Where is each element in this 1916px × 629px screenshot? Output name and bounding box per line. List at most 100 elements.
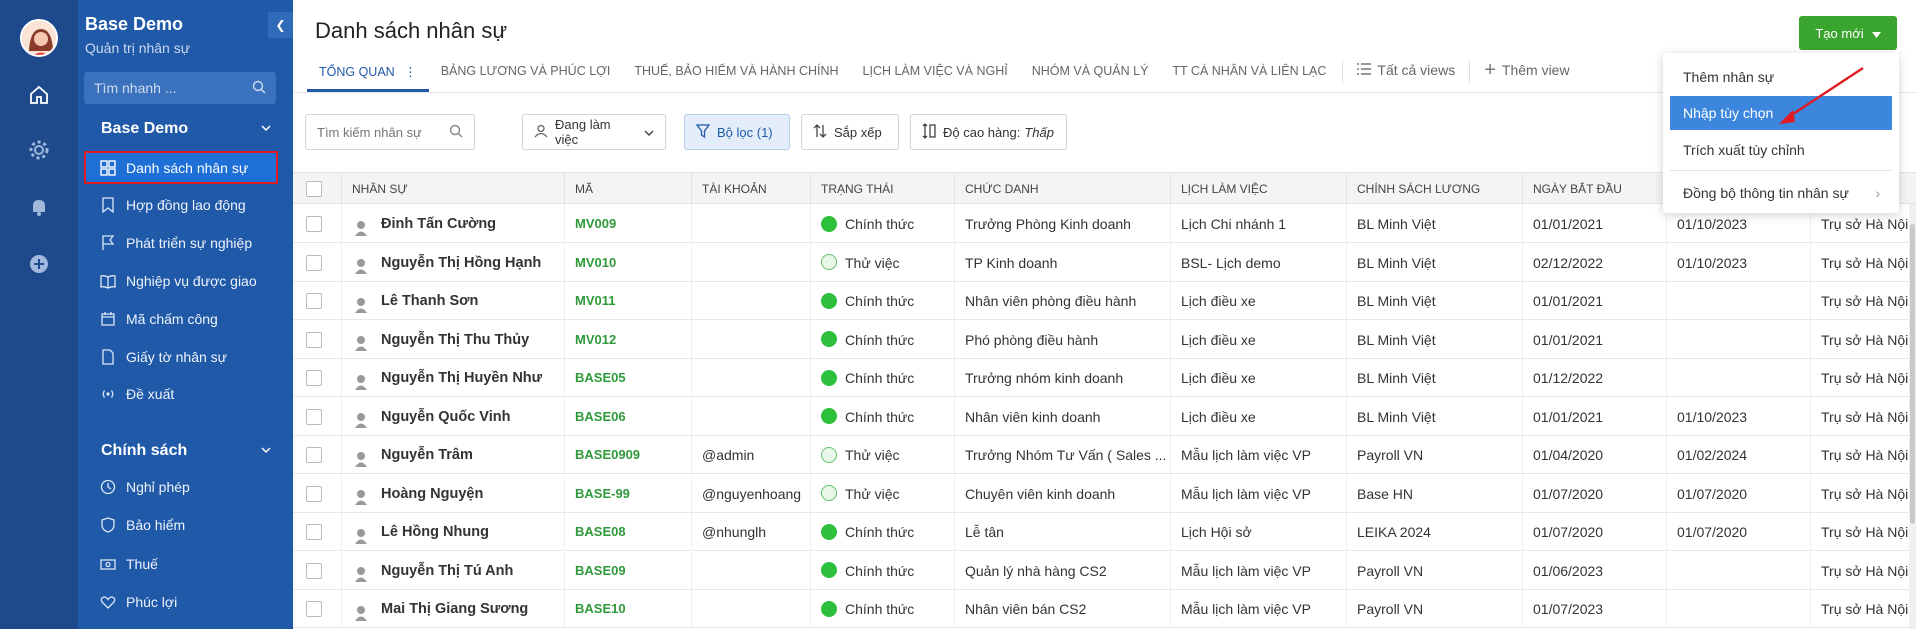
- row-checkbox[interactable]: [306, 447, 322, 463]
- cell-account: [691, 282, 810, 320]
- cell-name[interactable]: Nguyễn Thị Thu Thủy: [341, 320, 564, 359]
- cell-name[interactable]: Hoàng Nguyện: [341, 474, 564, 513]
- sidebar-item-tax[interactable]: Thuế: [84, 547, 278, 580]
- table-row[interactable]: Nguyễn Thị Huyền Như BASE05 Chính thức Trưở…: [293, 359, 1916, 397]
- table-row[interactable]: Nguyễn Thị Hồng Hạnh MV010 Thử việc TP Kinh…: [293, 243, 1916, 282]
- cell-name[interactable]: Nguyễn Quốc Vinh: [341, 397, 564, 436]
- sidebar-item-employee-list[interactable]: Danh sách nhân sự: [84, 151, 278, 184]
- cell-schedule: Mẫu lịch làm việc VP: [1170, 436, 1346, 474]
- column-header[interactable]: Trạng thái: [810, 173, 950, 205]
- column-header[interactable]: Mã: [564, 173, 664, 205]
- table-row[interactable]: Nguyễn Thị Thu Thủy MV012 Chính thức Phó ph…: [293, 320, 1916, 359]
- sidebar-item-label: Phúc lợi: [126, 593, 178, 610]
- document-icon: [99, 348, 117, 366]
- row-checkbox[interactable]: [306, 601, 322, 617]
- sidebar-item-timekeeping[interactable]: Mã chấm công: [84, 302, 278, 335]
- tab-overview[interactable]: Tổng quan ⋮: [307, 56, 429, 92]
- row-height-button[interactable]: Độ cao hàng: Thấp: [910, 114, 1067, 150]
- sidebar-item-insurance[interactable]: Bảo hiểm: [84, 508, 278, 541]
- vertical-scrollbar[interactable]: [1909, 204, 1916, 629]
- menu-item-custom-export[interactable]: Trích xuất tùy chỉnh: [1670, 133, 1892, 167]
- sidebar-item-label: Thuế: [126, 555, 158, 572]
- menu-item-sync-employee-info[interactable]: Đồng bộ thông tin nhân sự ›: [1670, 176, 1892, 210]
- user-avatar[interactable]: [20, 19, 58, 57]
- status-dropdown[interactable]: Đang làm việc: [522, 114, 666, 150]
- scrollbar-thumb[interactable]: [1910, 224, 1915, 524]
- cell-name[interactable]: Nguyễn Thị Hồng Hạnh: [341, 243, 564, 282]
- sort-button[interactable]: Sắp xếp: [801, 114, 899, 150]
- cell-text: BASE06: [575, 408, 626, 424]
- sidebar-item-welfare[interactable]: Phúc lợi: [84, 585, 278, 618]
- cell-status: Chính thức: [810, 551, 954, 590]
- sidebar-item-proposals[interactable]: Đề xuất: [84, 377, 278, 410]
- cell-text: MV009: [575, 216, 617, 231]
- cell-name[interactable]: Lê Thanh Sơn: [341, 282, 564, 320]
- row-checkbox[interactable]: [306, 408, 322, 425]
- employee-search-input[interactable]: [305, 114, 475, 150]
- create-new-button[interactable]: Tạo mới: [1799, 16, 1897, 50]
- select-all-checkbox[interactable]: [306, 181, 322, 197]
- quick-search-input[interactable]: Tìm nhanh ...: [84, 72, 276, 104]
- row-checkbox[interactable]: [306, 216, 322, 232]
- cell-text: Lê Thanh Sơn: [381, 293, 479, 309]
- cell-name[interactable]: Đinh Tấn Cường: [341, 205, 564, 243]
- cell-policy: Payroll VN: [1346, 551, 1522, 590]
- tab-tax-insurance[interactable]: Thuế, bảo hiểm và hành chính: [622, 56, 850, 92]
- cell-name[interactable]: Nguyễn Thị Huyền Như: [341, 359, 564, 397]
- row-checkbox[interactable]: [306, 293, 322, 309]
- all-views-button[interactable]: Tất cả views: [1347, 56, 1465, 78]
- column-header[interactable]: Lịch làm việc: [1170, 173, 1346, 205]
- row-checkbox[interactable]: [306, 485, 322, 502]
- cell-name[interactable]: Nguyễn Thị Tú Anh: [341, 551, 564, 590]
- column-header[interactable]: Nhân sự: [341, 173, 517, 205]
- filter-button[interactable]: Bộ lọc (1): [684, 114, 790, 150]
- status-dot-icon: [821, 562, 837, 579]
- home-icon[interactable]: [24, 80, 54, 110]
- column-header[interactable]: Ngày bắt đầu: [1522, 173, 1666, 205]
- row-checkbox[interactable]: [306, 562, 322, 579]
- gear-icon[interactable]: [24, 135, 54, 165]
- tab-team-management[interactable]: Nhóm và quản lý: [1020, 56, 1161, 92]
- sidebar-item-contracts[interactable]: Hợp đồng lao động: [84, 188, 278, 221]
- sidebar-item-career[interactable]: Phát triển sự nghiệp: [84, 226, 278, 259]
- table-row[interactable]: Lê Hồng Nhung BASE08 @nhunglh Chính thức Lễ …: [293, 513, 1916, 551]
- cell-text: Payroll VN: [1357, 562, 1424, 579]
- table-row[interactable]: Lê Thanh Sơn MV011 Chính thức Nhân viên phò…: [293, 282, 1916, 320]
- tab-salary-benefits[interactable]: Bảng lương và phúc lợi: [429, 56, 623, 92]
- table-row[interactable]: Nguyễn Thị Tú Anh BASE09 Chính thức Quản lý…: [293, 551, 1916, 590]
- column-header[interactable]: Chức danh: [954, 173, 1170, 205]
- add-circle-icon[interactable]: [24, 249, 54, 279]
- cell-text: 01/01/2021: [1533, 331, 1604, 348]
- row-checkbox[interactable]: [306, 524, 322, 540]
- table-row[interactable]: Hoàng Nguyện BASE-99 @nguyenhoang Thử việc C…: [293, 474, 1916, 513]
- row-checkbox[interactable]: [306, 331, 322, 348]
- tab-schedule-leave[interactable]: Lịch làm việc và nghỉ: [851, 56, 1020, 92]
- employee-search-field[interactable]: [317, 124, 442, 140]
- cell-name[interactable]: Lê Hồng Nhung: [341, 513, 564, 551]
- sidebar-item-label: Danh sách nhân sự: [126, 159, 249, 176]
- collapse-sidebar-button[interactable]: ❮: [268, 12, 293, 38]
- row-checkbox[interactable]: [306, 370, 322, 386]
- section-policies[interactable]: Chính sách: [101, 442, 271, 460]
- cell-text: Chính thức: [845, 524, 915, 540]
- column-header[interactable]: Chính sách lương: [1346, 173, 1522, 205]
- table-row[interactable]: Nguyễn Quốc Vinh BASE06 Chính thức Nhân viê…: [293, 397, 1916, 436]
- table-row[interactable]: Mai Thị Giang Sương BASE10 Chính thức Nhân …: [293, 590, 1916, 628]
- cell-code: BASE0909: [564, 436, 691, 474]
- cell-text: @nguyenhoang: [702, 485, 802, 502]
- cell-text: @nhunglh: [702, 524, 767, 540]
- row-checkbox[interactable]: [306, 254, 322, 271]
- sidebar-item-assigned-tasks[interactable]: Nghiệp vụ được giao: [84, 264, 278, 297]
- cell-name[interactable]: Nguyễn Trâm: [341, 436, 564, 474]
- table-row[interactable]: Nguyễn Trâm BASE0909 @admin Thử việc Trưởng …: [293, 436, 1916, 474]
- divider: [1342, 61, 1344, 83]
- more-vertical-icon[interactable]: ⋮: [404, 65, 417, 79]
- sidebar-item-leave[interactable]: Nghỉ phép: [84, 470, 278, 503]
- bell-icon[interactable]: [24, 192, 54, 222]
- sidebar-item-documents[interactable]: Giấy tờ nhân sự: [84, 340, 278, 373]
- column-header[interactable]: Tài khoản: [691, 173, 811, 205]
- add-view-button[interactable]: + Thêm view: [1474, 56, 1579, 80]
- cell-name[interactable]: Mai Thị Giang Sương: [341, 590, 564, 628]
- section-base-demo[interactable]: Base Demo: [101, 120, 271, 138]
- tab-personal-contact[interactable]: TT cá nhân và liên lạc: [1160, 56, 1338, 92]
